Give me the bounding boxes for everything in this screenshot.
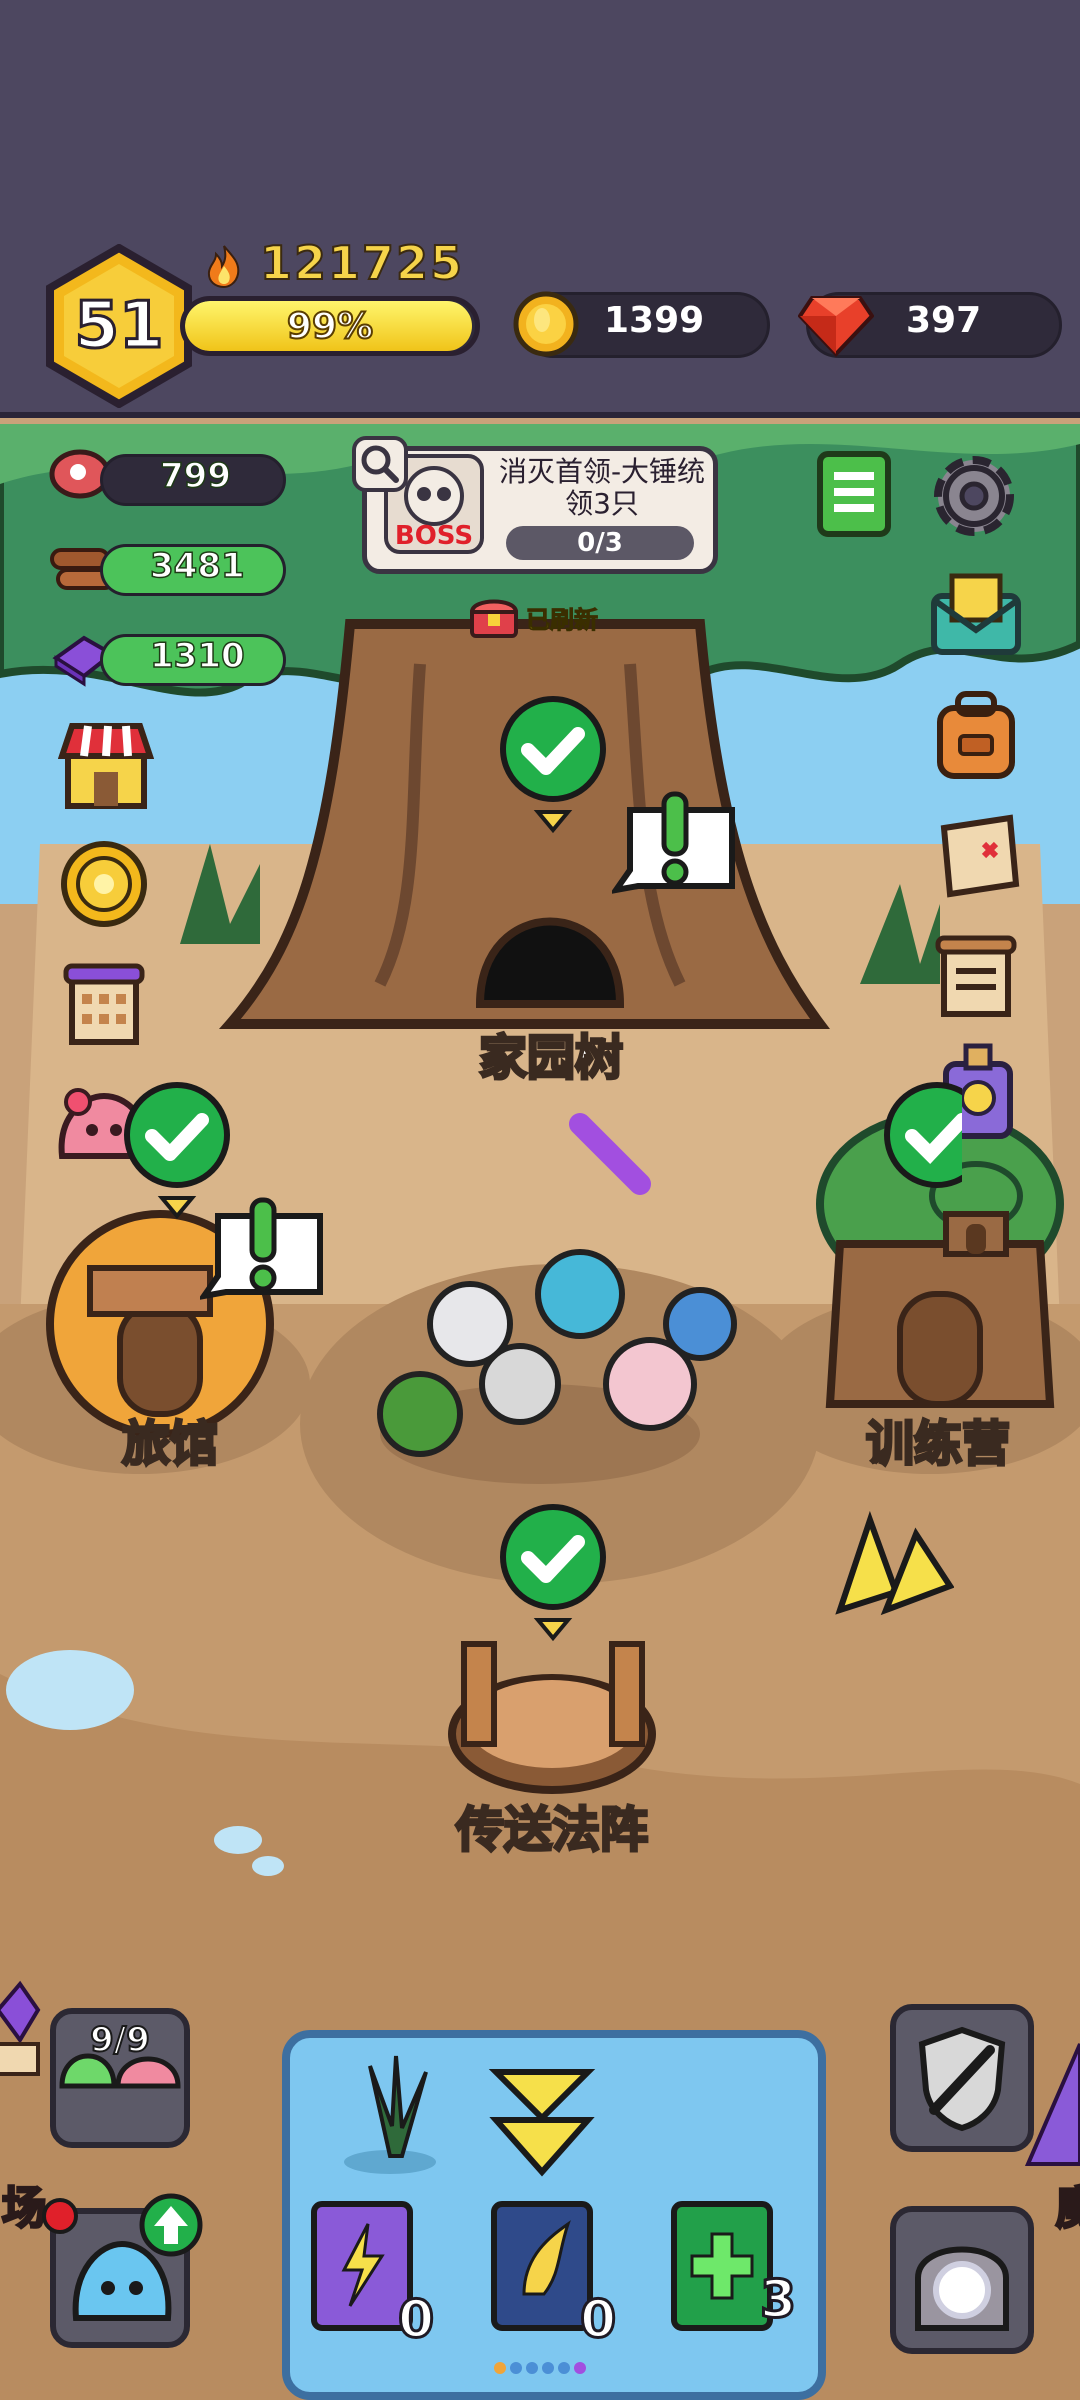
fast-forward-arrow-icon[interactable] (830, 1510, 954, 1620)
boss-quest-title: 消灭首领-大锤统领3只 (498, 455, 706, 520)
ruby-icon (798, 296, 874, 357)
crossed-swords-shield-icon (918, 2026, 1006, 2132)
red-dot-badge-icon (42, 2198, 78, 2234)
inn-label: 旅馆 (120, 1415, 219, 1474)
settings-gear-icon[interactable] (924, 446, 1024, 546)
slime-count: 9/9 (89, 2019, 151, 2061)
quest-book-icon[interactable] (814, 448, 894, 540)
crystal-edge-icon (0, 1980, 41, 2076)
achievement-medal-icon[interactable] (56, 836, 152, 932)
wood-count: 3481 (149, 545, 245, 587)
coin-icon (513, 291, 579, 357)
stone-portal-icon (915, 2246, 1009, 2331)
calendar-scroll-icon[interactable] (56, 956, 152, 1052)
page-dots-indicator (494, 2362, 586, 2374)
right-edge-label: 魔 (1055, 2182, 1080, 2236)
chest-refreshed-label: 已刷新 (526, 606, 599, 635)
xp-percent: 99% (286, 305, 374, 348)
collapse-chevron-icon[interactable] (488, 2064, 596, 2180)
flame-icon (207, 245, 240, 288)
player-level: 51 (73, 288, 165, 365)
meat-count: 799 (159, 455, 231, 497)
lightning-book-count: 0 (396, 2289, 435, 2352)
treasure-map-icon[interactable] (930, 808, 1026, 904)
wing-book-count: 0 (578, 2289, 617, 2352)
boss-progress-text: 0/3 (577, 528, 623, 558)
treasure-chest-icon[interactable] (468, 594, 520, 640)
gem-count: 397 (906, 300, 982, 341)
home-tree-label: 家园树 (477, 1029, 624, 1088)
shop-icon[interactable] (58, 718, 154, 812)
combat-power: 121725 (259, 235, 465, 291)
mail-icon[interactable] (928, 566, 1024, 662)
teleport-label: 传送法阵 (454, 1801, 649, 1860)
potted-plant-icon (344, 2055, 436, 2174)
training-camp-label: 训练营 (864, 1415, 1011, 1474)
backpack-icon[interactable] (928, 688, 1024, 784)
home-tree-check-icon[interactable] (498, 694, 608, 836)
teleport-check-icon[interactable] (498, 1502, 608, 1644)
xp-bar: 99% (180, 296, 480, 356)
scroll-list-icon[interactable] (928, 928, 1024, 1024)
coin-count: 1399 (604, 300, 705, 341)
heal-book-count: 3 (758, 2269, 797, 2332)
upgrade-arrow-icon[interactable] (138, 2192, 204, 2258)
boss-badge: BOSS (395, 521, 473, 551)
training-camp-check-icon[interactable] (882, 1080, 962, 1190)
purple-tent-edge-icon (1024, 2043, 1080, 2166)
magnifier-icon[interactable] (352, 436, 408, 492)
crystal-count: 1310 (149, 635, 245, 677)
exclamation-bubble-icon[interactable] (612, 790, 738, 894)
inn-exclamation-bubble-icon[interactable] (200, 1196, 326, 1300)
